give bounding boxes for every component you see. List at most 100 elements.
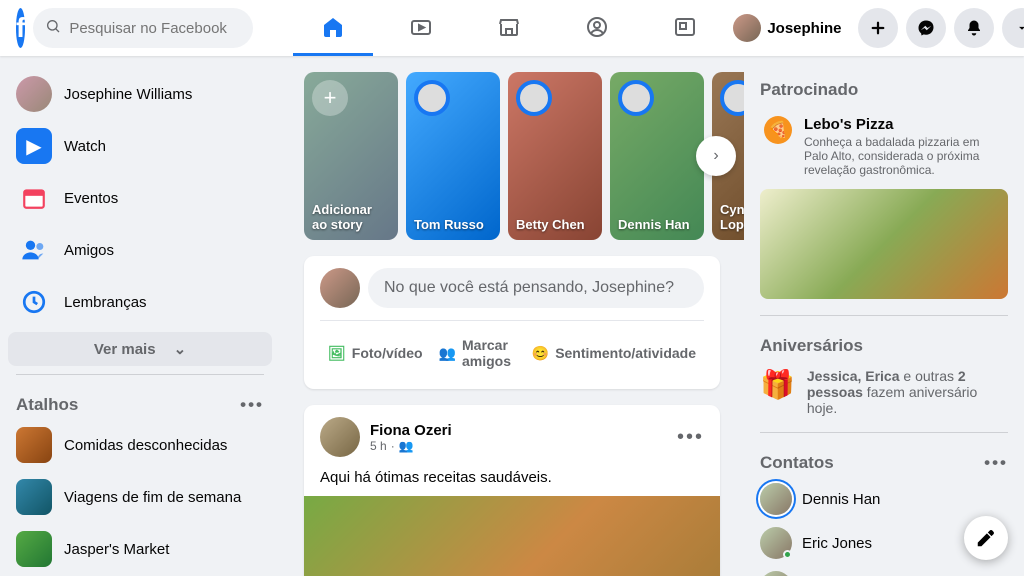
divider (760, 432, 1008, 433)
contacts-title: Contatos (760, 453, 834, 473)
story-label: Dennis Han (618, 217, 696, 232)
facebook-logo[interactable]: f (16, 8, 25, 48)
shortcut-icon (16, 479, 52, 515)
divider (760, 315, 1008, 316)
story-label: Adicionar ao story (312, 202, 390, 232)
feed: + Adicionar ao story Tom Russo Betty Che… (280, 56, 744, 576)
sidebar-item-watch[interactable]: ▶ Watch (8, 120, 272, 172)
shortcut-item[interactable]: Comidas desconhecidas (8, 419, 272, 471)
post-author[interactable]: Fiona Ozeri (370, 422, 452, 439)
avatar (16, 76, 52, 112)
contacts-header: Contatos ••• (752, 441, 1016, 477)
composer-feeling-button[interactable]: 😊Sentimento/atividade (524, 329, 704, 377)
avatar (760, 571, 792, 576)
sponsored-header: Patrocinado (752, 68, 1016, 104)
user-name: Josephine (767, 20, 841, 37)
stories-row: + Adicionar ao story Tom Russo Betty Che… (304, 72, 720, 240)
post: Fiona Ozeri 5 h · 👥 ••• Aqui há ótimas r… (304, 405, 720, 576)
shortcut-item[interactable]: Viagens de fim de semana (8, 471, 272, 523)
story-item[interactable]: Dennis Han (610, 72, 704, 240)
sponsored-title: Patrocinado (760, 80, 858, 100)
post-menu-button[interactable]: ••• (677, 426, 704, 449)
watch-icon: ▶ (16, 128, 52, 164)
search-input[interactable] (69, 20, 241, 37)
stories-next-button[interactable]: › (696, 136, 736, 176)
tab-marketplace[interactable] (469, 0, 549, 56)
sponsor-image (760, 189, 1008, 299)
search-box[interactable] (33, 8, 253, 48)
post-time: 5 h (370, 439, 387, 453)
header-right: Josephine (725, 8, 1024, 48)
composer-tag-label: Marcar amigos (462, 337, 516, 369)
divider (16, 374, 264, 375)
notifications-button[interactable] (954, 8, 994, 48)
edit-icon (975, 527, 997, 549)
contacts-menu-button[interactable]: ••• (984, 453, 1008, 473)
contact-name: Eric Jones (802, 535, 872, 552)
sponsor-name: Lebo's Pizza (804, 116, 1004, 133)
composer-photo-button[interactable]: 🖼Foto/vídeo (320, 329, 431, 377)
birthday-item[interactable]: 🎁 Jessica, Erica e outras 2 pessoas faze… (752, 360, 1016, 424)
sidebar-item-friends[interactable]: Amigos (8, 224, 272, 276)
avatar (414, 80, 450, 116)
birthdays-title: Aniversários (760, 336, 863, 356)
sidebar-item-label: Eventos (64, 190, 118, 207)
shortcuts-menu-button[interactable]: ••• (240, 395, 264, 415)
avatar (760, 483, 792, 515)
user-chip[interactable]: Josephine (725, 10, 849, 46)
post-meta: 5 h · 👥 (370, 439, 452, 453)
messenger-button[interactable] (906, 8, 946, 48)
right-sidebar: Patrocinado 🍕 Lebo's Pizza Conheça a bad… (744, 56, 1024, 576)
birthday-text: Jessica, Erica e outras 2 pessoas fazem … (807, 368, 1008, 416)
pizza-icon: 🍕 (764, 116, 792, 144)
sidebar-item-memories[interactable]: Lembranças (8, 276, 272, 328)
tag-icon: 👥 (439, 345, 456, 362)
sidebar-profile-label: Josephine Williams (64, 86, 192, 103)
create-button[interactable] (858, 8, 898, 48)
left-sidebar: Josephine Williams ▶ Watch Eventos Amigo… (0, 56, 280, 576)
friends-icon: 👥 (399, 439, 414, 453)
tab-gaming[interactable] (645, 0, 725, 56)
clock-icon (16, 284, 52, 320)
story-create[interactable]: + Adicionar ao story (304, 72, 398, 240)
avatar[interactable] (320, 268, 360, 308)
composer-tag-button[interactable]: 👥 Marcar amigos (431, 329, 524, 377)
shortcut-label: Jasper's Market (64, 541, 169, 558)
avatar (733, 14, 761, 42)
sidebar-see-more[interactable]: Ver mais ⌄ (8, 332, 272, 366)
sidebar-item-label: Watch (64, 138, 106, 155)
story-item[interactable]: Tom Russo (406, 72, 500, 240)
tab-watch[interactable] (381, 0, 461, 56)
avatar (618, 80, 654, 116)
contact-item[interactable]: Dennis Han (752, 477, 1016, 521)
tab-groups[interactable] (557, 0, 637, 56)
sidebar-profile[interactable]: Josephine Williams (8, 68, 272, 120)
shortcut-icon (16, 427, 52, 463)
sponsored-item[interactable]: 🍕 Lebo's Pizza Conheça a badalada pizzar… (752, 104, 1016, 307)
composer-input[interactable]: No que você está pensando, Josephine? (368, 268, 704, 308)
feeling-icon: 😊 (532, 345, 549, 362)
shortcuts-header: Atalhos ••• (8, 383, 272, 419)
nav-tabs (293, 0, 725, 56)
shortcut-item[interactable]: Jasper's Market (8, 523, 272, 575)
calendar-icon (16, 180, 52, 216)
shortcut-label: Comidas desconhecidas (64, 437, 227, 454)
birthdays-header: Aniversários (752, 324, 1016, 360)
friends-icon (16, 232, 52, 268)
composer: No que você está pensando, Josephine? 🖼F… (304, 256, 720, 389)
story-item[interactable]: Betty Chen (508, 72, 602, 240)
avatar[interactable] (320, 417, 360, 457)
tab-home[interactable] (293, 0, 373, 56)
sidebar-item-events[interactable]: Eventos (8, 172, 272, 224)
shortcut-label: Viagens de fim de semana (64, 489, 241, 506)
composer-placeholder: No que você está pensando, Josephine? (384, 279, 674, 297)
new-message-button[interactable] (964, 516, 1008, 560)
header: f Josephine (0, 0, 1024, 56)
account-menu-button[interactable] (1002, 8, 1024, 48)
contact-item[interactable]: Cynthia Lopez (752, 565, 1016, 576)
chevron-down-icon: ⌄ (174, 340, 187, 358)
sidebar-item-label: Lembranças (64, 294, 147, 311)
search-icon (45, 18, 61, 39)
post-image[interactable] (304, 496, 720, 576)
plus-icon: + (312, 80, 348, 116)
